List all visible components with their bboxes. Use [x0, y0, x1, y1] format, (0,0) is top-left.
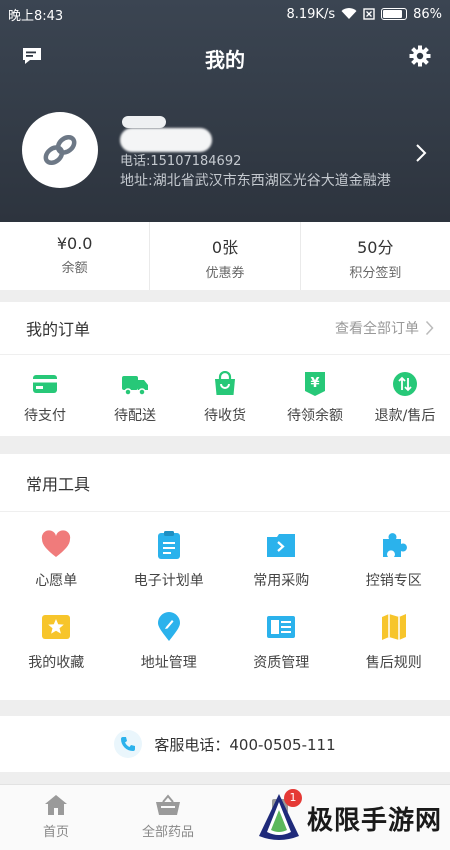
- stat-label: 优惠券: [205, 266, 245, 281]
- profile-phone: 电话:15107184692: [120, 154, 242, 169]
- order-label: 退款/售后: [374, 408, 436, 424]
- refund-icon: [393, 372, 417, 396]
- tool-favorites[interactable]: 我的收藏: [0, 612, 113, 672]
- redacted-company: [120, 128, 212, 152]
- wifi-icon: [341, 8, 357, 19]
- order-label: 待收货: [204, 408, 246, 424]
- profile-header: 晚上8:43 8.19K/s 86% 我的 电话:15107184692 地址:…: [0, 0, 450, 222]
- status-time: 晚上8:43: [8, 8, 64, 24]
- sim-icon: [363, 8, 375, 20]
- battery-percent: 86%: [413, 6, 442, 22]
- stat-label: 积分签到: [349, 266, 402, 281]
- tools-header: 常用工具: [0, 454, 450, 512]
- tool-label: 我的收藏: [28, 655, 85, 671]
- pill-logo-icon: [43, 134, 77, 166]
- view-all-orders-link[interactable]: 查看全部订单: [335, 318, 434, 338]
- stat-balance[interactable]: ¥0.0 余额: [0, 222, 149, 290]
- orders-header: 我的订单 查看全部订单: [0, 302, 450, 355]
- message-icon[interactable]: [18, 42, 46, 70]
- heart-icon: [42, 530, 71, 557]
- tool-label: 常用采购: [253, 573, 310, 589]
- gear-icon[interactable]: [406, 42, 434, 70]
- card-icon: [33, 375, 57, 393]
- stat-value: 50分: [357, 238, 394, 257]
- stat-value: 0张: [211, 238, 239, 257]
- stat-points[interactable]: 50分 积分签到: [299, 222, 450, 290]
- tool-grid: 心愿单 电子计划单 常用采购 控销专区 我的收藏 地址管理 资质管理 售后规则: [0, 512, 450, 672]
- order-refund[interactable]: 退款/售后: [360, 371, 450, 425]
- order-status-row: 待支付 待配送 待收货 ¥ 待领余额 退款/售后: [0, 355, 450, 425]
- stat-coupons[interactable]: 0张 优惠券: [149, 222, 299, 290]
- truck-icon: [122, 376, 148, 396]
- order-label: 待领余额: [287, 408, 343, 424]
- status-right: 8.19K/s 86%: [286, 7, 442, 22]
- avatar[interactable]: [22, 112, 98, 188]
- customer-service-line[interactable]: 客服电话：400-0505-111: [0, 716, 450, 772]
- home-icon: [45, 795, 67, 815]
- nav-label: 全部药品: [141, 825, 194, 840]
- section-title: 我的订单: [26, 320, 91, 339]
- tools-section: 常用工具 心愿单 电子计划单 常用采购 控销专区 我的收藏 地址管理 资质管理 …: [0, 454, 450, 700]
- tool-label: 地址管理: [140, 655, 197, 671]
- phone-icon: [114, 730, 143, 758]
- order-label: 待配送: [114, 408, 156, 424]
- tool-controlled-sales[interactable]: 控销专区: [338, 530, 450, 590]
- folder-icon: [267, 534, 296, 557]
- nav-home[interactable]: 首页: [0, 785, 112, 850]
- order-label: 待支付: [24, 408, 66, 424]
- tool-label: 电子计划单: [133, 573, 204, 589]
- document-icon: [267, 616, 296, 638]
- yen-tag-icon: ¥: [305, 372, 325, 396]
- chevron-right-icon: [425, 320, 434, 336]
- tool-label: 心愿单: [35, 573, 78, 589]
- bag-icon: [215, 371, 235, 395]
- redacted-name: [122, 116, 166, 128]
- nav-label: 首页: [42, 825, 69, 840]
- tool-after-sales-rules[interactable]: 售后规则: [338, 612, 450, 672]
- watermark-logo-icon: [258, 794, 299, 840]
- map-icon: [381, 614, 406, 640]
- bottom-nav: 首页 全部药品 1 极限手游网: [0, 784, 450, 850]
- puzzle-icon: [382, 533, 407, 557]
- order-pending-delivery[interactable]: 待配送: [90, 371, 180, 425]
- page-title: 我的: [205, 48, 245, 72]
- battery-icon: [381, 8, 408, 20]
- tool-qualifications[interactable]: 资质管理: [225, 612, 338, 672]
- order-pending-balance[interactable]: ¥ 待领余额: [270, 371, 360, 425]
- location-pin-icon: [157, 612, 180, 641]
- network-speed: 8.19K/s: [286, 6, 336, 22]
- view-all-label: 查看全部订单: [335, 321, 419, 337]
- tool-frequent-purchase[interactable]: 常用采购: [225, 530, 338, 590]
- star-icon: [42, 615, 71, 639]
- clipboard-icon: [157, 531, 180, 559]
- profile-card[interactable]: 电话:15107184692 地址:湖北省武汉市东西湖区光谷大道金融港: [22, 112, 432, 212]
- watermark: 极限手游网: [257, 792, 442, 844]
- stat-value: ¥0.0: [56, 234, 93, 253]
- svg-text:¥: ¥: [310, 376, 319, 391]
- tool-label: 资质管理: [253, 655, 310, 671]
- tool-label: 售后规则: [365, 655, 422, 671]
- basket-icon: [156, 794, 180, 815]
- account-stats: ¥0.0 余额 0张 优惠券 50分 积分签到: [0, 222, 450, 290]
- tool-wishlist[interactable]: 心愿单: [0, 530, 113, 590]
- order-pending-receipt[interactable]: 待收货: [180, 371, 270, 425]
- section-title: 常用工具: [26, 474, 91, 494]
- orders-section: 我的订单 查看全部订单 待支付 待配送 待收货 ¥ 待领余额 退款/售后: [0, 302, 450, 436]
- nav-all-drugs[interactable]: 全部药品: [112, 785, 224, 850]
- watermark-text: 极限手游网: [306, 805, 442, 836]
- order-pending-payment[interactable]: 待支付: [0, 371, 90, 425]
- service-phone-text: 客服电话：400-0505-111: [154, 735, 336, 754]
- tool-plan-list[interactable]: 电子计划单: [113, 530, 226, 590]
- stat-label: 余额: [61, 261, 88, 276]
- status-bar: 晚上8:43 8.19K/s 86%: [0, 0, 450, 28]
- chevron-right-icon[interactable]: [414, 142, 428, 164]
- tool-label: 控销专区: [365, 573, 422, 589]
- tool-address[interactable]: 地址管理: [113, 612, 226, 672]
- title-bar: 我的: [0, 28, 450, 84]
- profile-address: 地址:湖北省武汉市东西湖区光谷大道金融港: [120, 173, 391, 189]
